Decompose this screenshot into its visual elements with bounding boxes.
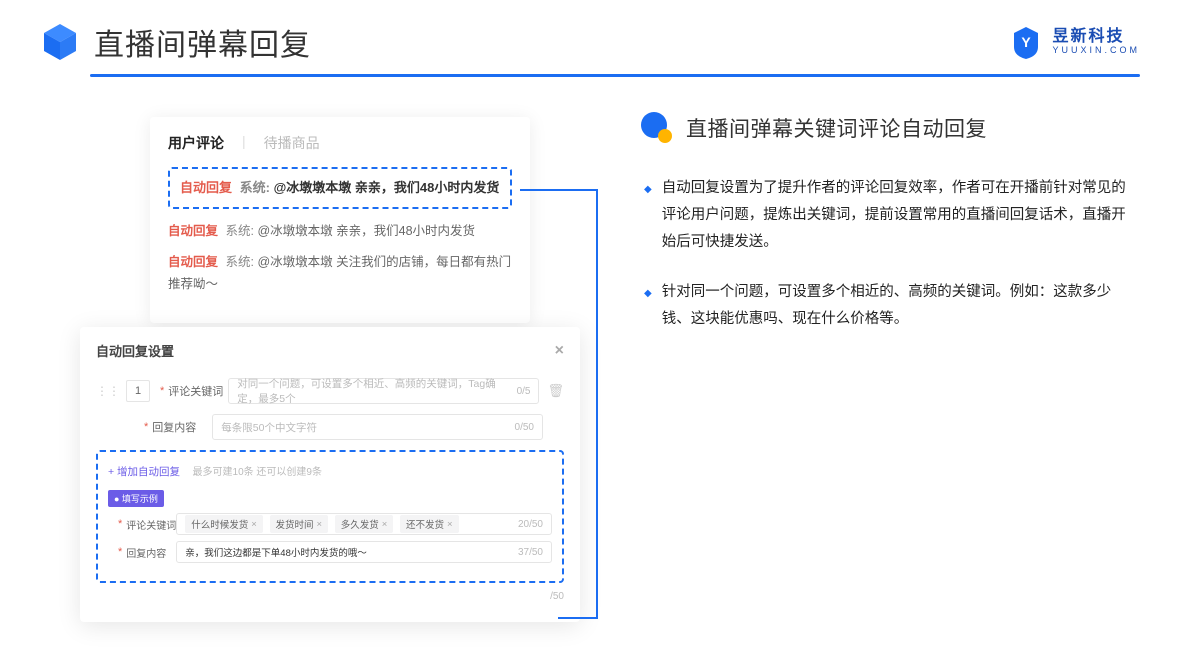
- highlighted-comment: 自动回复 系统: @冰墩墩本墩 亲亲，我们48小时内发货: [168, 167, 512, 209]
- add-auto-reply-link[interactable]: + 增加自动回复: [108, 466, 180, 478]
- example-section: + 增加自动回复 最多可建10条 还可以创建9条 ● 填写示例 * 评论关键词 …: [96, 450, 564, 583]
- comment-panel: 用户评论 | 待播商品 自动回复 系统: @冰墩墩本墩 亲亲，我们48小时内发货…: [150, 117, 530, 323]
- bullet-text: 自动回复设置为了提升作者的评论回复效率，作者可在开播前针对常见的评论用户问题，提…: [662, 175, 1140, 255]
- example-reply-row: * 回复内容 亲，我们这边都是下单48小时内发货的哦～ 37/50: [108, 541, 552, 563]
- logo-text-en: YUUXIN.COM: [1052, 46, 1140, 56]
- diamond-bullet-icon: ◆: [644, 181, 652, 255]
- logo-mark-icon: Y: [1008, 24, 1044, 60]
- bullet-text: 针对同一个问题，可设置多个相近的、高频的关键词。例如：这款多少钱、这块能优惠吗、…: [662, 279, 1140, 333]
- keyword-tag[interactable]: 还不发货×: [400, 515, 459, 533]
- keyword-tag[interactable]: 发货时间×: [270, 515, 329, 533]
- reply-placeholder: 每条限50个中文字符: [221, 420, 317, 435]
- comment-text: @冰墩墩本墩 亲亲，我们48小时内发货: [274, 180, 500, 195]
- system-prefix: 系统:: [226, 255, 254, 269]
- auto-reply-tag: 自动回复: [180, 180, 232, 195]
- auto-reply-tag: 自动回复: [168, 224, 218, 238]
- auto-reply-settings-dialog: 自动回复设置 × ⋮⋮ 1 * 评论关键词 对同一个问题，可设置多个相近、高频的…: [80, 327, 580, 622]
- svg-text:Y: Y: [1022, 34, 1032, 50]
- cube-icon: [40, 22, 80, 62]
- example-kw-count: 20/50: [518, 519, 543, 530]
- comment-row: 自动回复 系统: @冰墩墩本墩 关注我们的店铺，每日都有热门推荐呦～: [168, 252, 512, 295]
- example-reply-value: 亲，我们这边都是下单48小时内发货的哦～: [185, 545, 367, 559]
- tab-separator: |: [242, 133, 246, 153]
- footer-count: /50: [96, 591, 564, 602]
- keyword-label: 评论关键词: [168, 383, 228, 399]
- bullet-item: ◆ 自动回复设置为了提升作者的评论回复效率，作者可在开播前针对常见的评论用户问题…: [644, 175, 1140, 255]
- diamond-bullet-icon: ◆: [644, 285, 652, 333]
- bullet-item: ◆ 针对同一个问题，可设置多个相近的、高频的关键词。例如：这款多少钱、这块能优惠…: [644, 279, 1140, 333]
- index-box: 1: [126, 380, 150, 402]
- keyword-input-row: ⋮⋮ 1 * 评论关键词 对同一个问题，可设置多个相近、高频的关键词，Tag确定…: [96, 378, 564, 404]
- system-prefix: 系统:: [240, 180, 270, 195]
- system-prefix: 系统:: [226, 224, 254, 238]
- example-keyword-input[interactable]: 什么时候发货× 发货时间× 多久发货× 还不发货× 20/50: [176, 513, 552, 535]
- keyword-tag[interactable]: 多久发货×: [335, 515, 394, 533]
- drag-handle-icon[interactable]: ⋮⋮: [96, 384, 120, 398]
- required-star: *: [118, 518, 122, 530]
- auto-reply-tag: 自动回复: [168, 255, 218, 269]
- example-reply-input[interactable]: 亲，我们这边都是下单48小时内发货的哦～ 37/50: [176, 541, 552, 563]
- screenshot-composite: 用户评论 | 待播商品 自动回复 系统: @冰墩墩本墩 亲亲，我们48小时内发货…: [80, 117, 600, 357]
- logo-text-cn: 昱新科技: [1052, 28, 1140, 46]
- tab-user-comments[interactable]: 用户评论: [168, 133, 224, 153]
- example-badge: ● 填写示例: [108, 490, 164, 507]
- tab-pending-products[interactable]: 待播商品: [264, 133, 320, 153]
- comment-text: @冰墩墩本墩 亲亲，我们48小时内发货: [257, 224, 475, 238]
- page-title: 直播间弹幕回复: [94, 20, 311, 64]
- brand-logo: Y 昱新科技 YUUXIN.COM: [1008, 24, 1140, 60]
- connector-line: [596, 189, 598, 619]
- required-star: *: [118, 546, 122, 558]
- example-reply-label: 回复内容: [126, 545, 176, 560]
- reply-input-row: * 回复内容 每条限50个中文字符 0/50: [96, 414, 564, 440]
- reply-input[interactable]: 每条限50个中文字符 0/50: [212, 414, 543, 440]
- required-star: *: [160, 385, 164, 397]
- connector-line: [520, 189, 596, 191]
- example-keyword-label: 评论关键词: [126, 517, 176, 532]
- required-star: *: [144, 421, 148, 433]
- comment-tabs: 用户评论 | 待播商品: [168, 133, 512, 153]
- reply-count: 0/50: [515, 422, 534, 433]
- comment-text: @冰墩墩本墩 关注我们的店铺，每日都有热门推荐呦～: [168, 255, 511, 290]
- keyword-input[interactable]: 对同一个问题，可设置多个相近、高频的关键词，Tag确定，最多5个 0/5: [228, 378, 539, 404]
- explanation-column: 直播间弹幕关键词评论自动回复 ◆ 自动回复设置为了提升作者的评论回复效率，作者可…: [600, 117, 1140, 357]
- keyword-count: 0/5: [517, 386, 531, 397]
- example-keyword-row: * 评论关键词 什么时候发货× 发货时间× 多久发货× 还不发货× 20/50: [108, 513, 552, 535]
- section-title: 直播间弹幕关键词评论自动回复: [686, 113, 987, 143]
- keyword-tag[interactable]: 什么时候发货×: [185, 515, 263, 533]
- reply-label: 回复内容: [152, 419, 212, 435]
- chat-bubble-icon: [640, 111, 674, 145]
- example-reply-count: 37/50: [518, 547, 543, 558]
- add-hint: 最多可建10条 还可以创建9条: [193, 467, 322, 478]
- dialog-title: 自动回复设置: [96, 341, 174, 360]
- slide-header: 直播间弹幕回复 Y 昱新科技 YUUXIN.COM: [0, 0, 1180, 74]
- close-icon[interactable]: ×: [555, 342, 564, 360]
- trash-icon[interactable]: 🗑: [547, 383, 564, 399]
- keyword-placeholder: 对同一个问题，可设置多个相近、高频的关键词，Tag确定，最多5个: [237, 376, 516, 406]
- comment-row: 自动回复 系统: @冰墩墩本墩 亲亲，我们48小时内发货: [168, 221, 512, 242]
